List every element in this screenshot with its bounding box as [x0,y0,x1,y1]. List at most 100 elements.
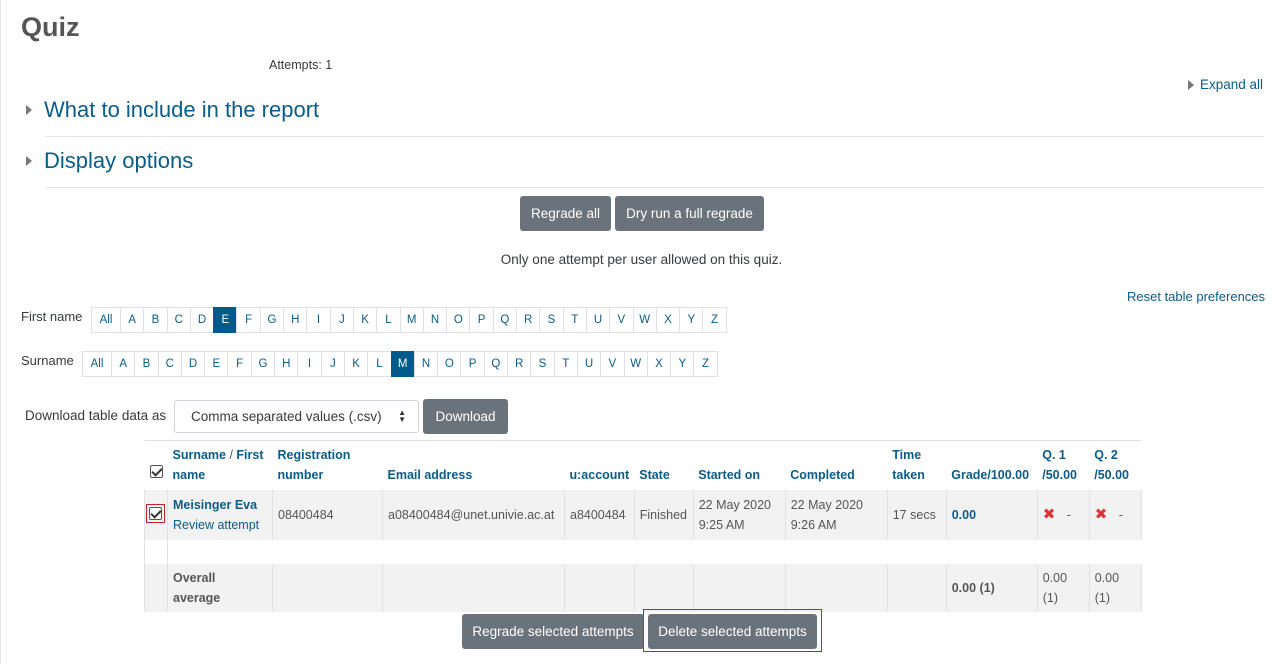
first-name-initial-s[interactable]: S [539,307,564,333]
surname-initial-w[interactable]: W [623,351,648,377]
surname-initial-m[interactable]: M [390,351,415,377]
regrade-selected-button[interactable]: Regrade selected attempts [462,614,644,649]
first-name-initial-m[interactable]: M [399,307,424,333]
surname-initial-q[interactable]: Q [483,351,509,377]
name-cell: Meisinger Eva Review attempt [167,490,273,540]
select-all-checkbox[interactable] [149,465,163,478]
surname-initial-j[interactable]: J [320,351,345,377]
first-name-initial-h[interactable]: H [283,307,308,333]
surname-initial-v[interactable]: V [600,351,625,377]
first-name-initial-o[interactable]: O [446,307,471,333]
col-time-taken[interactable]: Time taken [887,440,947,490]
section-title: Display options [44,148,194,173]
col-started-on[interactable]: Started on [693,440,786,490]
q2-score: - [1118,508,1123,522]
avg-empty-cell [784,564,888,612]
dry-run-regrade-button[interactable]: Dry run a full regrade [615,196,764,231]
surname-initial-x[interactable]: X [646,351,672,377]
avg-q2-cell: 0.00 (1) [1088,564,1142,612]
avg-grade-cell: 0.00 (1) [945,564,1038,612]
first-name-initial-i[interactable]: I [306,307,331,333]
reset-table-preferences-link[interactable]: Reset table preferences [1127,289,1265,304]
review-attempt-link[interactable]: Review attempt [173,518,259,532]
surname-initial-t[interactable]: T [553,351,578,377]
q1-score: - [1066,508,1071,522]
first-name-initial-d[interactable]: D [189,307,215,333]
surname-initial-s[interactable]: S [530,351,555,377]
sort-arrows-icon: ▲ ▼ [398,408,406,424]
sort-surname-link[interactable]: Surname [173,448,227,462]
surname-initial-n[interactable]: N [413,351,439,377]
first-name-initial-v[interactable]: V [609,307,634,333]
first-name-initial-a[interactable]: A [120,307,145,333]
divider [45,136,1264,137]
table-row-spacer [144,540,1142,564]
surname-initial-y[interactable]: Y [670,351,695,377]
first-name-initial-b[interactable]: B [143,307,168,333]
first-name-initial-c[interactable]: C [166,307,191,333]
col-state[interactable]: State [634,440,694,490]
download-button[interactable]: Download [423,399,508,434]
surname-initial-all[interactable]: All [82,351,112,377]
surname-initial-d[interactable]: D [180,351,206,377]
time-taken-cell: 17 secs [886,490,947,540]
first-name-initials-bar: All A B C D E F G H I J K L M N O P Q R S T U V W X Y Z [91,307,727,333]
col-email[interactable]: Email address [382,440,565,490]
q1-cell[interactable]: ✖ - [1036,490,1090,540]
surname-initial-l[interactable]: L [367,351,392,377]
surname-initial-r[interactable]: R [507,351,532,377]
first-name-initial-u[interactable]: U [585,307,611,333]
first-name-initial-t[interactable]: T [562,307,587,333]
regrade-all-button[interactable]: Regrade all [520,196,611,231]
surname-initial-u[interactable]: U [576,351,602,377]
col-registration[interactable]: Registration number [272,440,383,490]
surname-initial-c[interactable]: C [157,351,182,377]
student-name-link[interactable]: Meisinger Eva [173,498,257,512]
first-name-initial-w[interactable]: W [632,307,657,333]
col-grade[interactable]: Grade/100.00 [946,440,1038,490]
download-format-label: Download table data as [25,408,167,423]
avg-empty-cell [382,564,565,612]
first-name-initial-x[interactable]: X [655,307,681,333]
surname-initial-h[interactable]: H [274,351,299,377]
col-q1[interactable]: Q. 1 /50.00 [1037,440,1090,490]
surname-initial-o[interactable]: O [437,351,462,377]
expand-all-link[interactable]: Expand all [1188,77,1263,92]
surname-initial-g[interactable]: G [250,351,276,377]
col-uaccount[interactable]: u:account [564,440,635,490]
download-format-select[interactable]: Comma separated values (.csv) ▲ ▼ [174,400,419,433]
surname-initial-b[interactable]: B [134,351,159,377]
first-name-initial-z[interactable]: Z [702,307,727,333]
first-name-initial-e[interactable]: E [213,307,238,333]
surname-initial-e[interactable]: E [204,351,229,377]
surname-initial-k[interactable]: K [343,351,369,377]
section-what-to-include[interactable]: What to include in the report [26,97,319,123]
surname-initial-i[interactable]: I [297,351,322,377]
first-name-initial-g[interactable]: G [259,307,285,333]
first-name-initial-q[interactable]: Q [492,307,518,333]
grade-link[interactable]: 0.00 [952,508,976,522]
surname-initial-p[interactable]: P [460,351,485,377]
first-name-initial-all[interactable]: All [91,307,121,333]
overall-average-row: Overall average 0.00 (1) 0.00 (1) 0.00 (… [144,564,1142,612]
first-name-initial-n[interactable]: N [422,307,448,333]
highlight-box [146,504,165,523]
q2-cell[interactable]: ✖ - [1088,490,1142,540]
first-name-initial-k[interactable]: K [352,307,378,333]
col-q2[interactable]: Q. 2 /50.00 [1089,440,1142,490]
surname-initial-a[interactable]: A [111,351,136,377]
col-completed[interactable]: Completed [785,440,888,490]
first-name-initial-j[interactable]: J [329,307,354,333]
row-select-checkbox[interactable] [149,507,162,520]
spacer-cell [144,540,168,564]
first-name-initial-f[interactable]: F [236,307,261,333]
delete-selected-button[interactable]: Delete selected attempts [648,614,817,649]
surname-initial-f[interactable]: F [227,351,252,377]
section-display-options[interactable]: Display options [26,148,193,174]
first-name-initial-l[interactable]: L [376,307,401,333]
first-name-initial-y[interactable]: Y [679,307,704,333]
first-name-initial-p[interactable]: P [469,307,494,333]
surname-initial-z[interactable]: Z [693,351,718,377]
first-name-initial-r[interactable]: R [516,307,541,333]
page-title: Quiz [21,12,80,42]
